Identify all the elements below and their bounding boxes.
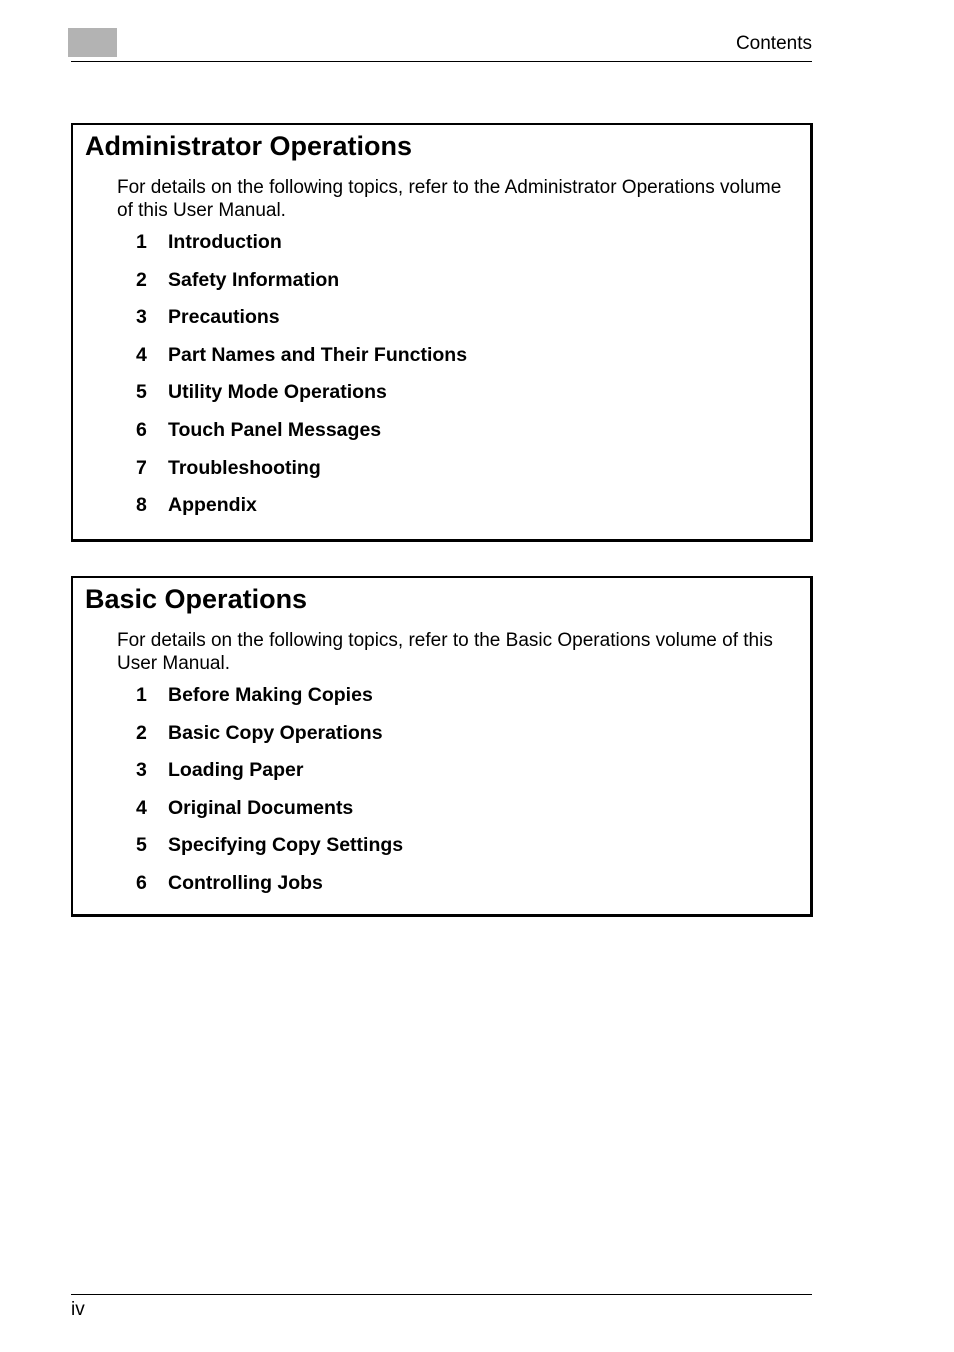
chapter-item[interactable]: 6 Controlling Jobs bbox=[136, 872, 403, 910]
chapter-item[interactable]: 2 Basic Copy Operations bbox=[136, 722, 403, 760]
header-title: Contents bbox=[735, 33, 812, 54]
page-number: iv bbox=[71, 1299, 85, 1320]
chapter-title: Specifying Copy Settings bbox=[168, 834, 404, 857]
chapter-title: Controlling Jobs bbox=[168, 871, 323, 894]
chapter-title: Basic Copy Operations bbox=[168, 721, 383, 744]
chapter-number: 1 bbox=[136, 231, 147, 253]
section-title: Administrator Operations bbox=[85, 131, 413, 161]
chapter-list: 1 Introduction 2 Safety Information 3 Preca… bbox=[136, 231, 467, 532]
chapter-list: 1 Before Making Copies 2 Basic Copy Operat… bbox=[136, 684, 403, 910]
chapter-number: 8 bbox=[136, 494, 147, 517]
chapter-item[interactable]: 8 Appendix bbox=[136, 494, 467, 532]
section-title: Basic Operations bbox=[85, 584, 308, 614]
basic-operations-box: Basic Operations For details on the foll… bbox=[71, 576, 813, 917]
chapter-number: 6 bbox=[136, 871, 147, 894]
chapter-title: Utility Mode Operations bbox=[168, 381, 387, 404]
chapter-item[interactable]: 1 Before Making Copies bbox=[136, 684, 403, 722]
chapter-item[interactable]: 3 Loading Paper bbox=[136, 759, 403, 797]
chapter-number: 5 bbox=[136, 834, 147, 857]
chapter-number: 2 bbox=[136, 721, 147, 744]
chapter-number: 7 bbox=[136, 456, 147, 479]
chapter-title: Appendix bbox=[168, 494, 257, 517]
chapter-title: Introduction bbox=[168, 231, 282, 253]
chapter-item[interactable]: 4 Original Documents bbox=[136, 797, 403, 835]
chapter-title: Troubleshooting bbox=[168, 456, 321, 479]
chapter-item[interactable]: 4 Part Names and Their Functions bbox=[136, 344, 467, 382]
chapter-item[interactable]: 2 Safety Information bbox=[136, 269, 467, 307]
footer-rule bbox=[71, 1294, 812, 1295]
chapter-item[interactable]: 6 Touch Panel Messages bbox=[136, 419, 467, 457]
chapter-title: Loading Paper bbox=[168, 759, 304, 782]
chapter-number: 2 bbox=[136, 268, 147, 291]
chapter-title: Original Documents bbox=[168, 796, 354, 819]
header-rule bbox=[71, 61, 812, 62]
chapter-number: 4 bbox=[136, 343, 147, 366]
header-gray-tab bbox=[68, 28, 117, 57]
chapter-item[interactable]: 5 Utility Mode Operations bbox=[136, 381, 467, 419]
chapter-item[interactable]: 5 Specifying Copy Settings bbox=[136, 834, 403, 872]
chapter-number: 3 bbox=[136, 306, 147, 329]
chapter-title: Safety Information bbox=[168, 268, 340, 291]
chapter-number: 1 bbox=[136, 684, 147, 706]
chapter-item[interactable]: 1 Introduction bbox=[136, 231, 467, 269]
chapter-title: Touch Panel Messages bbox=[168, 418, 382, 441]
chapter-item[interactable]: 3 Precautions bbox=[136, 306, 467, 344]
administrator-operations-box: Administrator Operations For details on … bbox=[71, 123, 813, 542]
chapter-number: 3 bbox=[136, 759, 147, 782]
section-intro: For details on the following topics, ref… bbox=[117, 630, 773, 674]
section-intro: For details on the following topics, ref… bbox=[117, 177, 782, 221]
chapter-number: 5 bbox=[136, 381, 147, 404]
chapter-number: 6 bbox=[136, 418, 147, 441]
chapter-number: 4 bbox=[136, 796, 147, 819]
chapter-title: Part Names and Their Functions bbox=[168, 343, 468, 366]
chapter-title: Precautions bbox=[168, 306, 280, 329]
chapter-title: Before Making Copies bbox=[168, 684, 373, 706]
chapter-item[interactable]: 7 Troubleshooting bbox=[136, 457, 467, 495]
